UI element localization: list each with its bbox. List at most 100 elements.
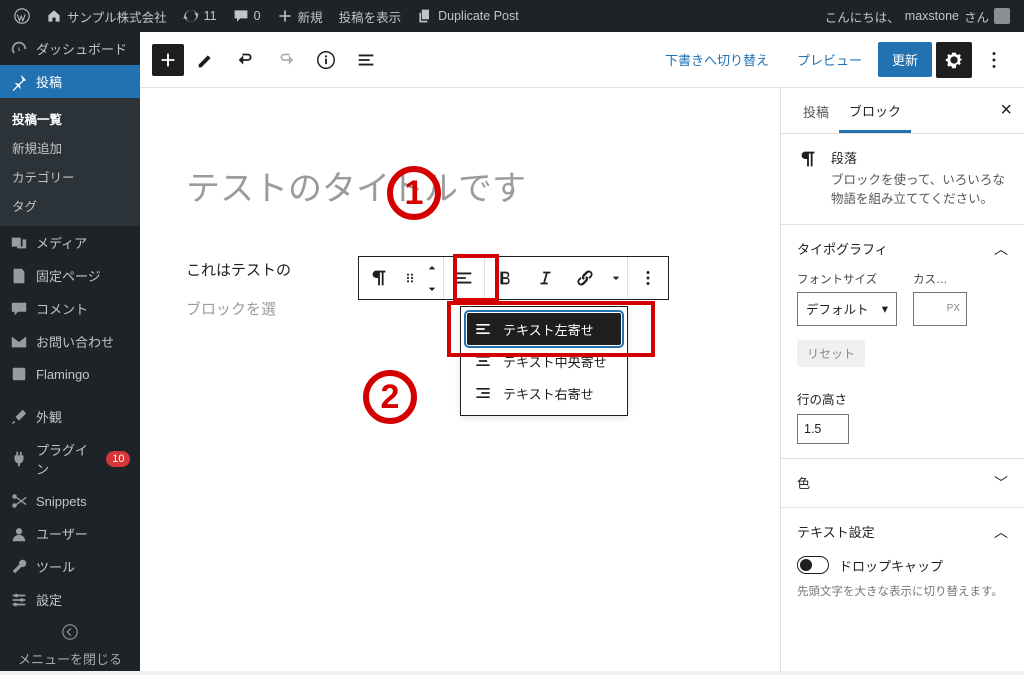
more-menu-button[interactable]	[976, 42, 1012, 78]
menu-posts[interactable]: 投稿	[0, 65, 140, 98]
home-icon	[46, 8, 62, 24]
more-rich-button[interactable]	[605, 257, 627, 299]
bold-icon	[494, 267, 516, 289]
pencil-icon	[195, 49, 217, 71]
close-inspector-button[interactable]: ×	[1000, 99, 1012, 122]
collapse-icon	[61, 623, 79, 641]
tab-block[interactable]: ブロック	[839, 89, 911, 133]
more-vert-icon	[983, 49, 1005, 71]
block-editor: 下書きへ切り替え プレビュー 更新 テストのタイトルです これはテストのxxxx…	[140, 32, 1024, 671]
brush-icon	[10, 408, 28, 426]
site-name[interactable]: サンプル株式会社	[38, 0, 175, 32]
line-height-input[interactable]: 1.5	[797, 414, 849, 444]
drop-cap-hint: 先頭文字を大きな表示に切り替えます。	[797, 583, 1008, 599]
bold-button[interactable]	[485, 257, 525, 299]
chevron-down-icon: ﹀	[994, 473, 1008, 493]
menu-media[interactable]: メディア	[0, 226, 140, 259]
submenu-tags[interactable]: タグ	[0, 191, 140, 220]
drop-cap-toggle[interactable]	[797, 556, 829, 574]
submenu-categories[interactable]: カテゴリー	[0, 162, 140, 191]
menu-contact[interactable]: お問い合わせ	[0, 325, 140, 358]
media-icon	[10, 234, 28, 252]
menu-tools[interactable]: ツール	[0, 550, 140, 583]
block-more-button[interactable]	[628, 257, 668, 299]
updates[interactable]: 11	[175, 0, 225, 32]
submenu-posts-list[interactable]: 投稿一覧	[0, 104, 140, 133]
chevron-down-icon	[424, 281, 440, 297]
align-center-icon	[473, 351, 493, 371]
info-icon	[315, 49, 337, 71]
inspector-tabs: 投稿 ブロック ×	[781, 88, 1024, 134]
duplicate-post[interactable]: Duplicate Post	[409, 0, 527, 32]
link-button[interactable]	[565, 257, 605, 299]
line-height-label: 行の高さ	[797, 389, 1008, 408]
info-button[interactable]	[308, 42, 344, 78]
menu-collapse[interactable]: メニューを閉じる	[0, 616, 140, 675]
preview-button[interactable]: プレビュー	[785, 42, 874, 77]
comment-icon	[233, 8, 249, 24]
block-type-button[interactable]	[359, 257, 399, 299]
paragraph-icon	[368, 267, 390, 289]
view-post[interactable]: 投稿を表示	[331, 0, 410, 32]
typography-panel: タイポグラフィ︿ フォントサイズ デフォルト▾ カス… PX リセット 行	[781, 225, 1024, 459]
annotation-circle-2: 2	[363, 370, 417, 424]
add-block-button[interactable]	[152, 44, 184, 76]
color-panel[interactable]: 色﹀	[781, 459, 1024, 508]
chevron-up-icon[interactable]: ︿	[994, 522, 1008, 542]
menu-settings[interactable]: 設定	[0, 583, 140, 616]
move-down-button[interactable]	[421, 278, 443, 299]
reset-button[interactable]: リセット	[797, 340, 865, 367]
pin-icon	[10, 73, 28, 91]
font-size-select[interactable]: デフォルト▾	[797, 292, 897, 326]
editor-canvas[interactable]: テストのタイトルです これはテストのxxxxxxxxxxxxxxxxxxxxxx…	[140, 88, 780, 671]
scissors-icon	[10, 492, 28, 510]
outline-button[interactable]	[348, 42, 384, 78]
chevron-up-icon[interactable]: ︿	[994, 239, 1008, 259]
menu-plugins[interactable]: プラグイン10	[0, 433, 140, 485]
posts-submenu: 投稿一覧 新規追加 カテゴリー タグ	[0, 98, 140, 226]
move-up-button[interactable]	[421, 257, 443, 278]
align-right-icon	[473, 383, 493, 403]
plus-icon	[277, 8, 293, 24]
align-center-option[interactable]: テキスト中央寄せ	[467, 345, 621, 377]
align-left-option[interactable]: テキスト左寄せ	[467, 313, 621, 345]
edit-mode-button[interactable]	[188, 42, 224, 78]
settings-toggle[interactable]	[936, 42, 972, 78]
user-icon	[10, 525, 28, 543]
menu-appearance[interactable]: 外観	[0, 400, 140, 433]
menu-comments[interactable]: コメント	[0, 292, 140, 325]
align-button[interactable]	[444, 257, 484, 299]
wrench-icon	[10, 558, 28, 576]
custom-size-input[interactable]: PX	[913, 292, 967, 326]
menu-dashboard[interactable]: ダッシュボード	[0, 32, 140, 65]
menu-pages[interactable]: 固定ページ	[0, 259, 140, 292]
align-left-icon	[473, 319, 493, 339]
redo-button[interactable]	[268, 42, 304, 78]
avatar	[994, 8, 1010, 24]
italic-button[interactable]	[525, 257, 565, 299]
new-content[interactable]: 新規	[269, 0, 331, 32]
menu-flamingo[interactable]: Flamingo	[0, 358, 140, 390]
switch-draft-button[interactable]: 下書きへ切り替え	[653, 42, 781, 77]
text-settings-panel: テキスト設定︿ ドロップキャップ 先頭文字を大きな表示に切り替えます。	[781, 508, 1024, 613]
drop-cap-label: ドロップキャップ	[839, 556, 943, 575]
dashboard-icon	[10, 40, 28, 58]
align-right-option[interactable]: テキスト右寄せ	[467, 377, 621, 409]
plugins-badge: 10	[106, 451, 130, 467]
block-summary: 段落 ブロックを使って、いろいろな物語を組み立ててください。	[781, 134, 1024, 225]
menu-snippets[interactable]: Snippets	[0, 485, 140, 517]
submenu-posts-new[interactable]: 新規追加	[0, 133, 140, 162]
sliders-icon	[10, 591, 28, 609]
drag-handle[interactable]	[399, 257, 421, 299]
undo-button[interactable]	[228, 42, 264, 78]
menu-users[interactable]: ユーザー	[0, 517, 140, 550]
wp-logo[interactable]	[6, 0, 38, 32]
update-button[interactable]: 更新	[878, 42, 932, 77]
post-title[interactable]: テストのタイトルです	[180, 168, 740, 211]
inspector-panel: 投稿 ブロック × 段落 ブロックを使って、いろいろな物語を組み立ててください。…	[780, 88, 1024, 671]
comments-count[interactable]: 0	[225, 0, 269, 32]
account[interactable]: こんにちは、maxstone さん	[817, 0, 1018, 32]
admin-sidebar: ダッシュボード 投稿 投稿一覧 新規追加 カテゴリー タグ メディア 固定ページ…	[0, 32, 140, 671]
link-icon	[574, 267, 596, 289]
tab-post[interactable]: 投稿	[793, 90, 839, 131]
